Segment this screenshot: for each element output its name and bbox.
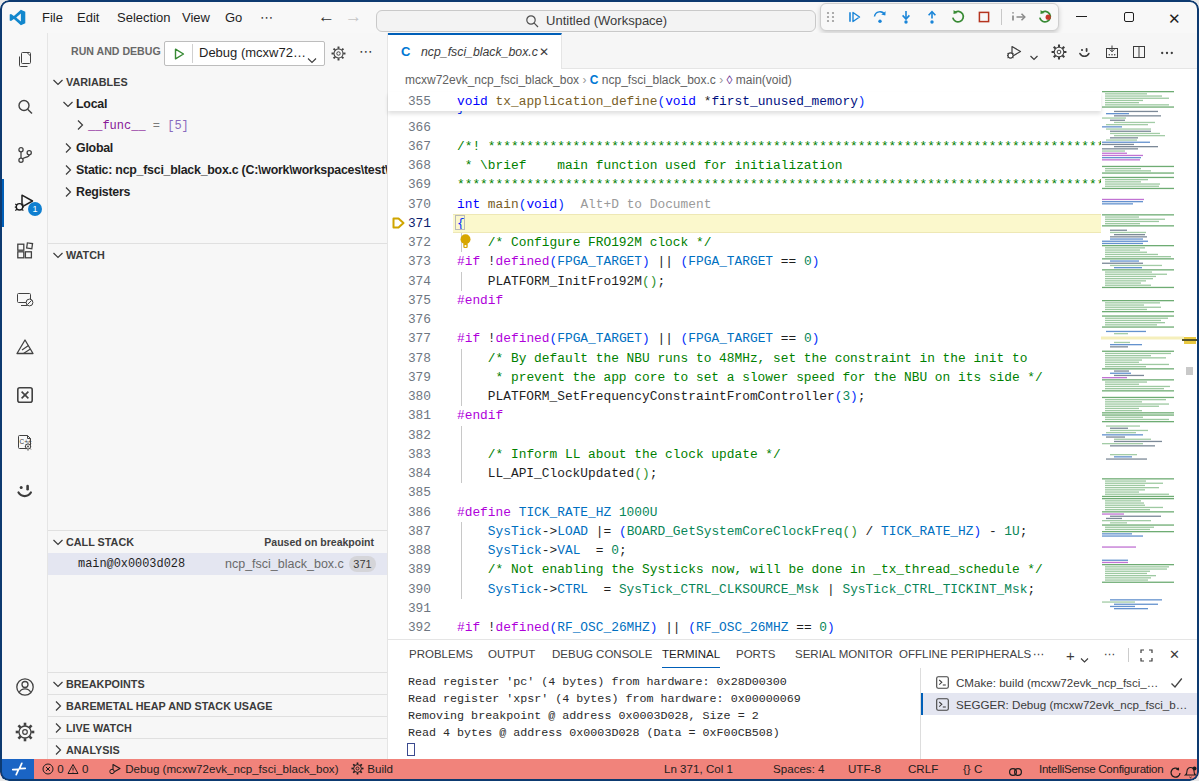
svg-text:C++: C++ (20, 438, 32, 445)
